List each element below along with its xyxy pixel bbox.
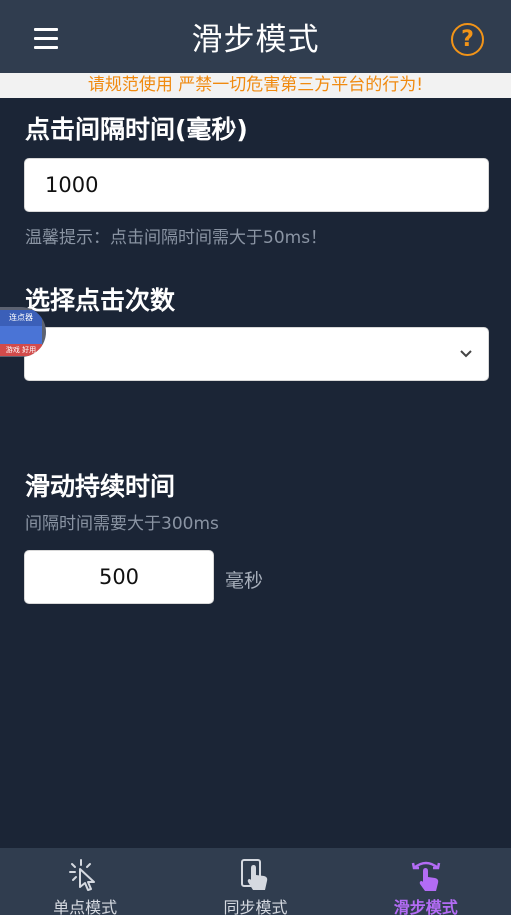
click-interval-input[interactable]: 1000 bbox=[24, 158, 489, 212]
click-interval-title: 点击间隔时间(毫秒) bbox=[25, 115, 248, 144]
page-title: 滑步模式 bbox=[191, 22, 320, 58]
hamburger-icon-line bbox=[34, 37, 58, 40]
tab-single-point[interactable]: 单点模式 bbox=[0, 848, 170, 915]
click-count-title: 选择点击次数 bbox=[25, 286, 176, 315]
hand-pointer-icon bbox=[241, 859, 268, 890]
swipe-gesture-icon bbox=[411, 861, 441, 891]
tab-swipe-label: 滑步模式 bbox=[393, 898, 458, 915]
app-header: 滑步模式 ? bbox=[0, 0, 511, 73]
click-count-select[interactable] bbox=[24, 327, 489, 381]
notice-banner: 请规范使用 严禁一切危害第三方平台的行为! bbox=[0, 73, 511, 98]
click-interval-hint: 温馨提示：点击间隔时间需大于50ms！ bbox=[25, 228, 328, 248]
slide-duration-value: 500 bbox=[98, 565, 140, 589]
slide-duration-input[interactable]: 500 bbox=[24, 550, 214, 604]
slide-duration-unit: 毫秒 bbox=[225, 570, 264, 592]
hamburger-icon bbox=[34, 28, 58, 31]
help-button[interactable]: ? bbox=[451, 23, 484, 56]
tab-sync-label: 同步模式 bbox=[223, 898, 288, 915]
widget-top-label: 连点器 bbox=[0, 310, 42, 326]
menu-button[interactable] bbox=[22, 24, 70, 54]
bottom-tab-bar: 单点模式 同步模式 滑步模式 bbox=[0, 848, 511, 915]
tap-cursor-icon bbox=[69, 859, 96, 891]
chevron-down-icon bbox=[460, 350, 472, 358]
slide-duration-hint: 间隔时间需要大于300ms bbox=[25, 514, 219, 534]
tab-sync[interactable]: 同步模式 bbox=[170, 848, 340, 915]
slide-duration-title: 滑动持续时间 bbox=[25, 472, 176, 501]
widget-bottom-label: 游戏 好用 bbox=[0, 344, 42, 356]
question-mark-icon: ? bbox=[461, 27, 474, 52]
tab-swipe[interactable]: 滑步模式 bbox=[341, 848, 511, 915]
tab-single-point-label: 单点模式 bbox=[53, 898, 118, 915]
click-interval-value: 1000 bbox=[45, 173, 99, 197]
floating-clicker-widget[interactable]: 连点器 游戏 好用 bbox=[0, 307, 46, 357]
widget-hand-icon bbox=[0, 326, 42, 344]
hamburger-icon-line bbox=[34, 46, 58, 49]
